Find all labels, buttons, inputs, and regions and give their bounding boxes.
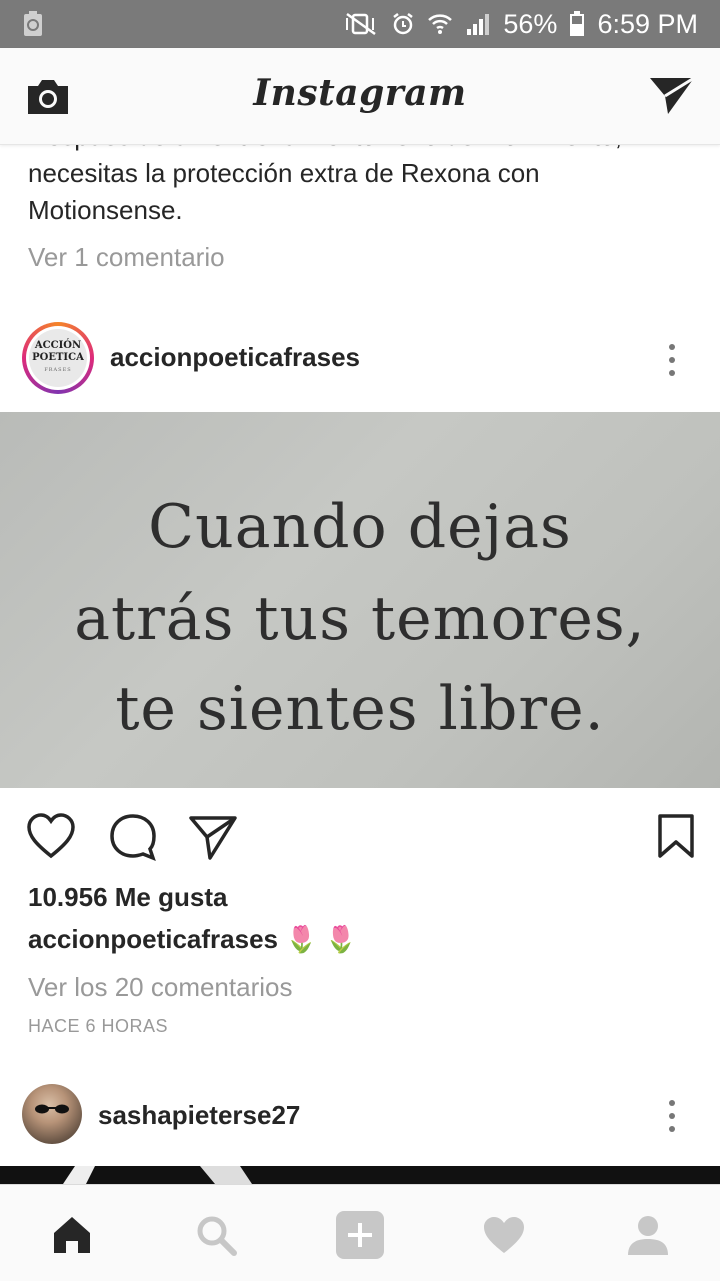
previous-post-caption: Después de un entrenamiento lleno de mov…	[28, 144, 622, 225]
bookmark-icon[interactable]	[656, 812, 696, 862]
avatar[interactable]: ACCIÓN POETICA FRASES	[22, 322, 94, 394]
post-timestamp: HACE 6 HORAS	[28, 1016, 169, 1036]
next-post-image[interactable]	[0, 1166, 720, 1184]
post-actions	[0, 804, 720, 864]
post-caption: accionpoeticafrases 🌷 🌷	[28, 924, 357, 955]
home-icon[interactable]	[44, 1207, 100, 1263]
more-options-icon[interactable]	[664, 342, 680, 378]
more-options-icon[interactable]	[664, 1098, 680, 1134]
view-comments-link[interactable]: Ver 1 comentario	[28, 242, 225, 273]
post-username[interactable]: accionpoeticafrases	[110, 342, 360, 373]
app-title: Instagram	[253, 72, 467, 114]
new-post-icon[interactable]	[332, 1207, 388, 1263]
image-text-line3: te sientes libre.	[115, 674, 605, 744]
caption-username[interactable]: accionpoeticafrases	[28, 924, 278, 954]
search-icon[interactable]	[188, 1207, 244, 1263]
like-count[interactable]: 10.956 Me gusta	[28, 882, 227, 913]
comment-icon[interactable]	[108, 812, 158, 862]
wifi-icon	[427, 12, 453, 36]
signal-icon	[465, 12, 491, 36]
like-icon[interactable]	[26, 812, 76, 862]
bottom-nav	[0, 1184, 720, 1281]
share-icon[interactable]	[188, 812, 238, 862]
post-header: ACCIÓN POETICA FRASES accionpoeticafrase…	[0, 322, 720, 402]
profile-icon[interactable]	[620, 1207, 676, 1263]
view-all-comments-link[interactable]: Ver los 20 comentarios	[28, 972, 292, 1003]
caption-emoji: 🌷 🌷	[285, 924, 358, 954]
feed[interactable]: Después de un entrenamiento lleno de mov…	[0, 144, 720, 1184]
top-app-bar: Instagram	[0, 48, 720, 145]
image-text-line2: atrás tus temores,	[74, 584, 646, 654]
recycle-icon	[22, 11, 44, 37]
direct-message-icon[interactable]	[648, 74, 696, 118]
avatar[interactable]	[22, 1084, 82, 1144]
image-text-line1: Cuando dejas	[148, 492, 572, 562]
battery-icon	[569, 11, 585, 37]
battery-percent: 56%	[503, 8, 558, 39]
alarm-icon	[391, 12, 415, 36]
status-bar: 56% 6:59 PM	[0, 0, 720, 48]
next-post-header: sashapieterse27	[0, 1084, 720, 1154]
post-image[interactable]: Cuando dejas atrás tus temores, te sient…	[0, 412, 720, 788]
next-post-username[interactable]: sashapieterse27	[98, 1100, 300, 1131]
mute-vibrate-icon	[343, 12, 379, 36]
status-time: 6:59 PM	[597, 8, 698, 39]
activity-icon[interactable]	[476, 1207, 532, 1263]
